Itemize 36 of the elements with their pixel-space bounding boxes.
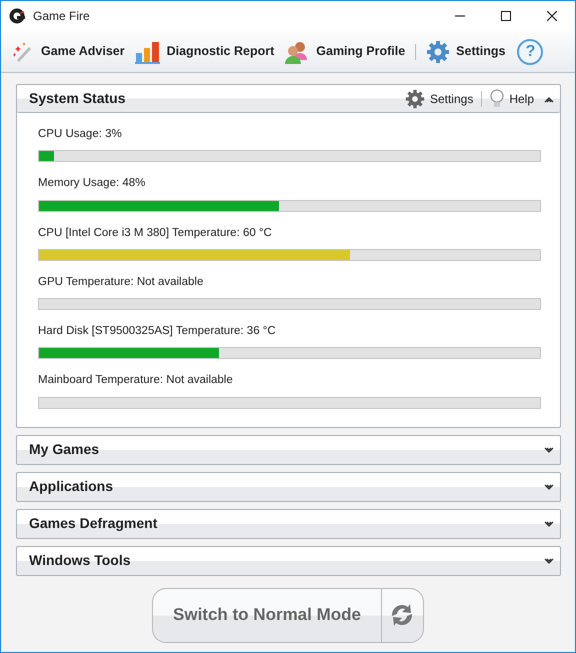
close-icon[interactable] — [547, 11, 557, 21]
switch-mode-label[interactable]: Switch to Normal Mode — [153, 588, 382, 642]
lightbulb-icon — [490, 88, 504, 108]
maximize-icon[interactable] — [501, 11, 511, 21]
meter-label: CPU [Intel Core i3 M 380] Temperature: 60 °C — [38, 226, 273, 240]
expand-icon[interactable] — [544, 482, 554, 492]
section-header[interactable]: System Status Settings Help — [17, 85, 560, 113]
settings-button[interactable]: Settings — [424, 40, 508, 64]
meter-label: Memory Usage: 48% — [38, 176, 146, 192]
section-title: Applications — [29, 477, 114, 496]
bar-chart-icon — [134, 40, 161, 64]
diagnostic-report-button[interactable]: Diagnostic Report — [132, 40, 276, 64]
expand-icon[interactable] — [544, 556, 554, 566]
gear-icon — [404, 88, 425, 108]
meter-label: Mainboard Temperature: Not available — [38, 373, 234, 388]
section-title: My Games — [29, 440, 100, 459]
section-title: System Status — [29, 89, 126, 108]
settings-link[interactable]: Settings — [404, 88, 474, 108]
window-title: Game Fire — [33, 8, 91, 25]
switch-mode-button[interactable]: Switch to Normal Mode — [152, 588, 424, 642]
gaming-profile-button[interactable]: Gaming Profile — [282, 40, 408, 64]
meter-label: CPU Usage: 3% — [38, 127, 123, 142]
gear-icon — [426, 40, 450, 64]
help-link[interactable]: Help — [490, 88, 534, 108]
meter-label: Hard Disk [ST9500325AS] Temperature: 36 °C — [38, 324, 277, 339]
expand-icon[interactable] — [544, 518, 554, 528]
section-header[interactable]: Games Defragment — [17, 510, 560, 538]
app-logo-icon — [9, 8, 25, 24]
section-header[interactable]: Applications — [17, 472, 560, 500]
section-title: Windows Tools — [29, 551, 132, 570]
meter-label: GPU Temperature: Not available — [38, 274, 204, 290]
section-header[interactable]: Windows Tools — [17, 546, 560, 574]
section-title: Games Defragment — [29, 514, 158, 533]
game-adviser-button[interactable]: Game Adviser — [9, 40, 127, 64]
section-header[interactable]: My Games — [17, 436, 560, 464]
expand-icon[interactable] — [544, 444, 554, 454]
